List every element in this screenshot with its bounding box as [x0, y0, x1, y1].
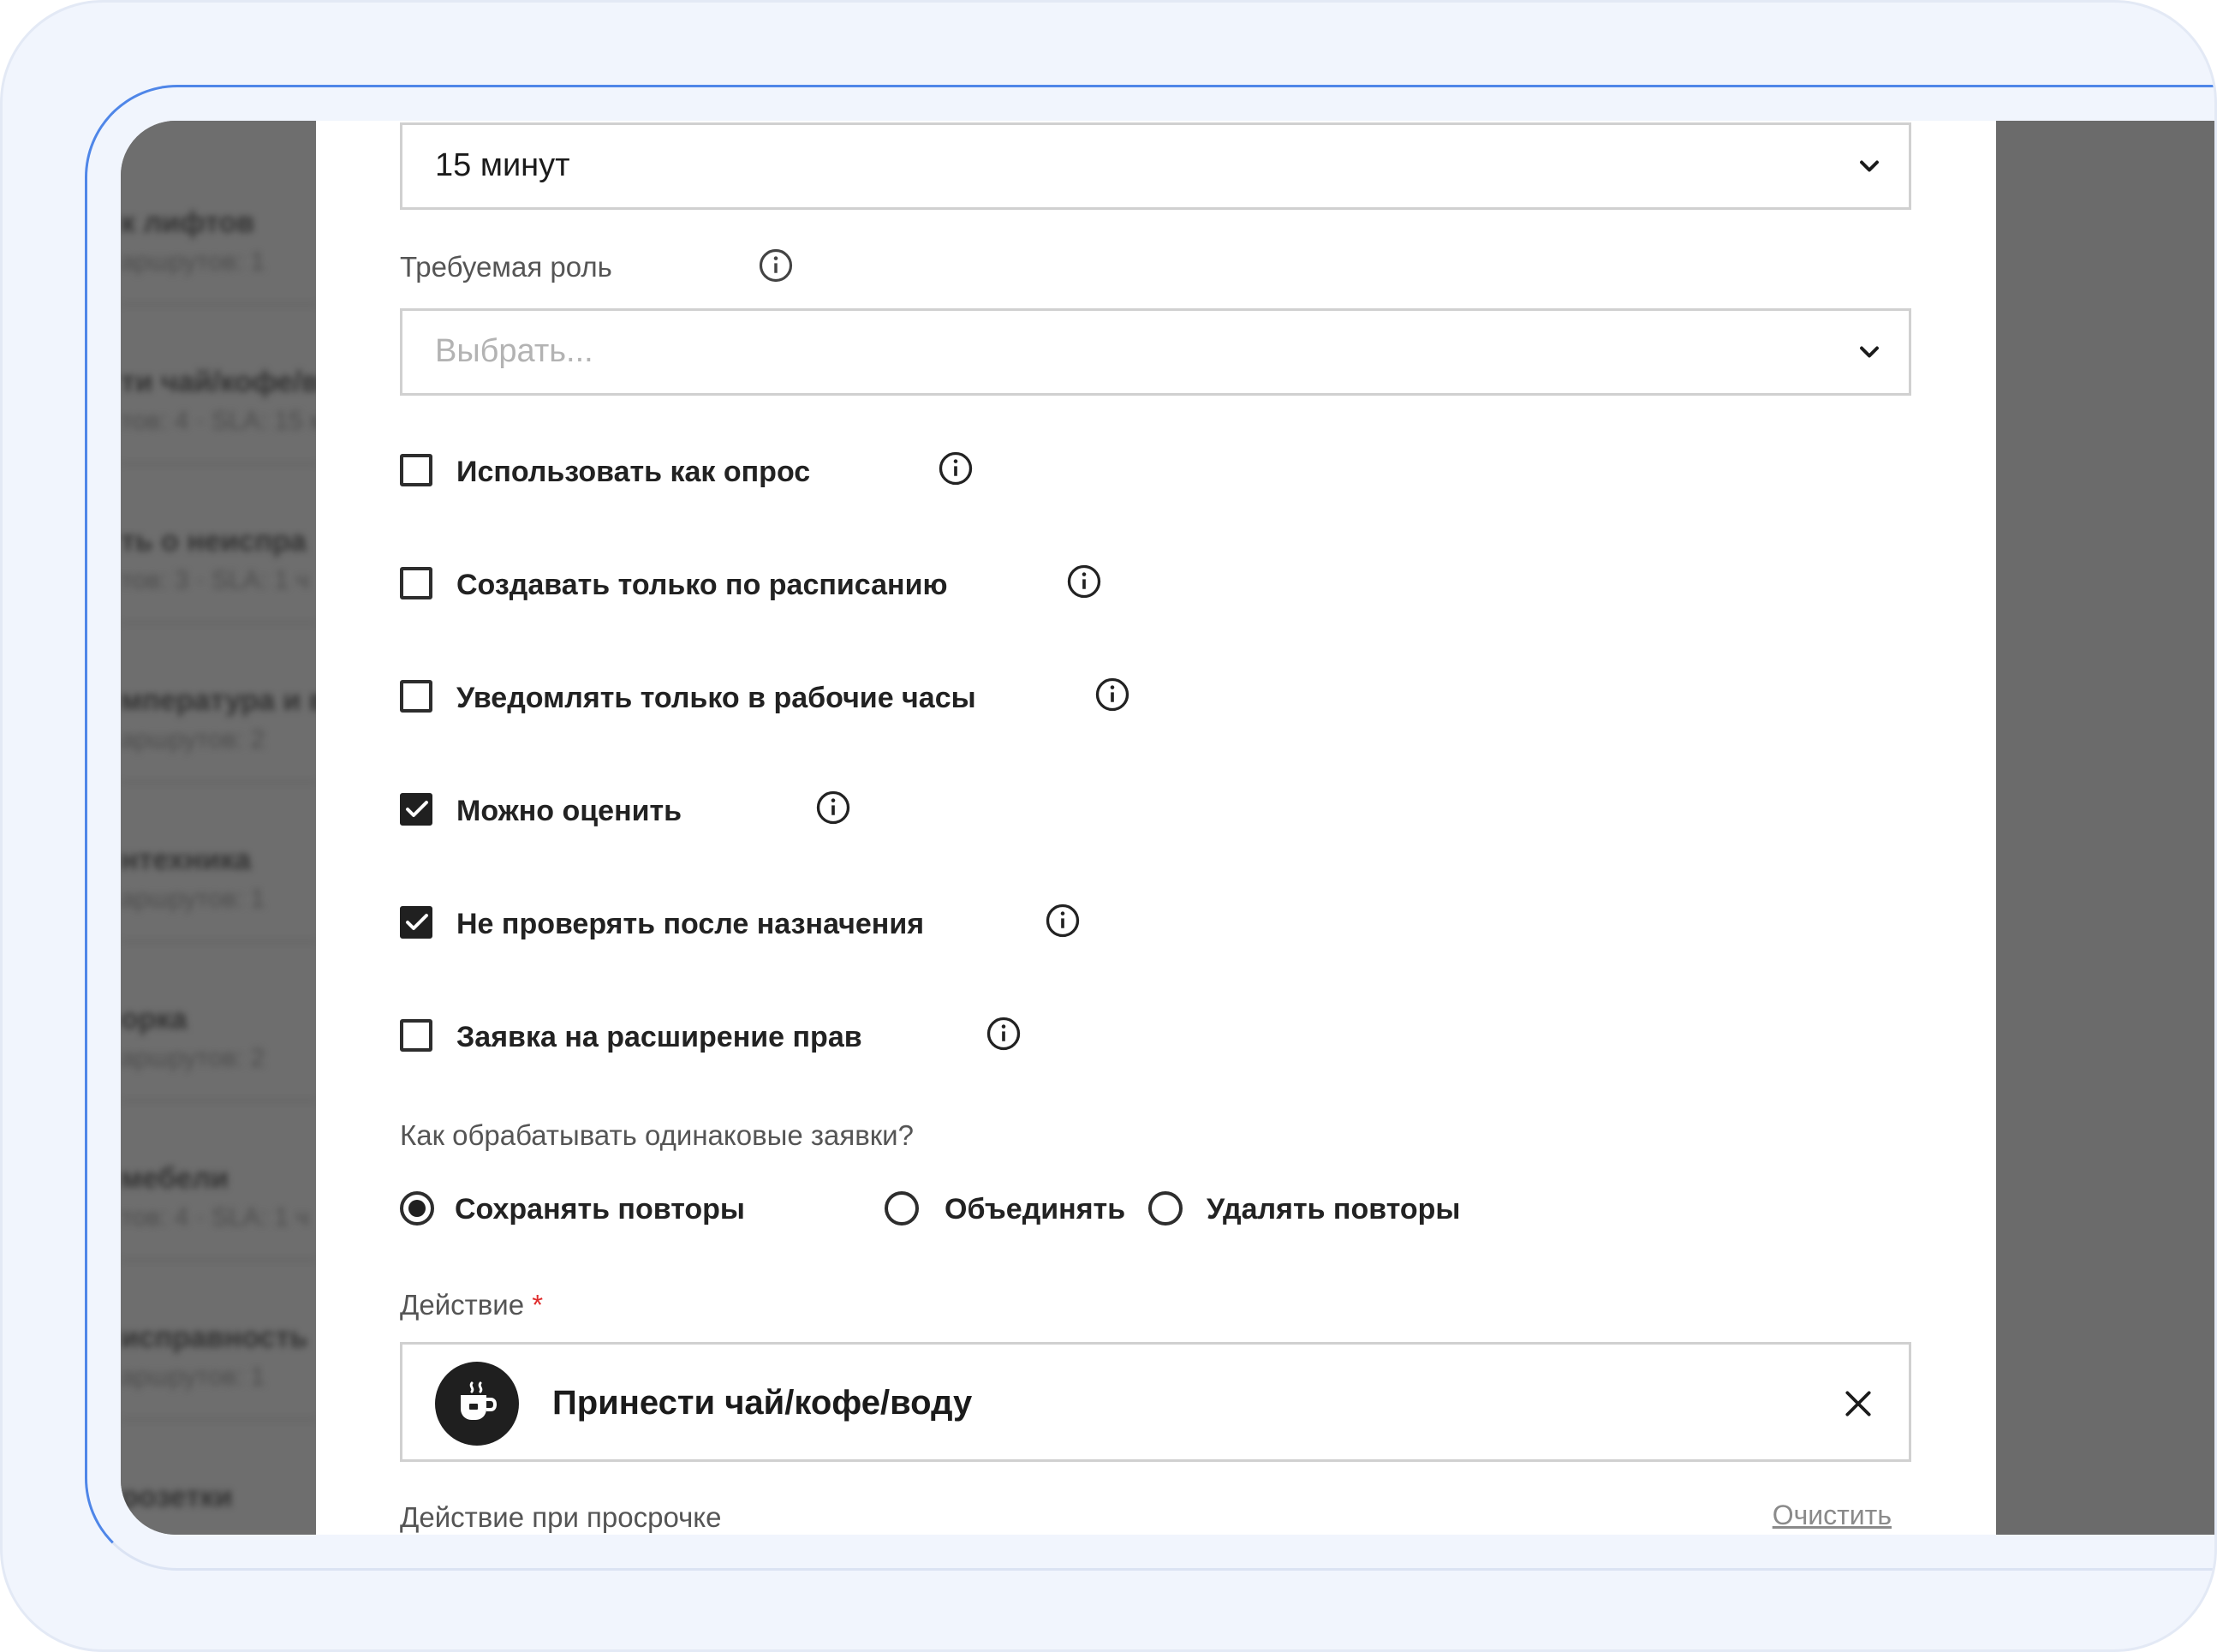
list-item-title: ть о неиспра — [121, 525, 307, 558]
rateable-checkbox[interactable] — [400, 793, 432, 826]
radio-delete-duplicates-label[interactable]: Удалять повторы — [1207, 1193, 1460, 1226]
rights-request-option[interactable]: Заявка на расширение прав — [400, 1014, 999, 1057]
checkmark-icon — [406, 914, 428, 930]
working-hours-option[interactable]: Уведомлять только в рабочие часы — [400, 675, 1102, 718]
list-item-title: ти чай/кофе/в — [121, 366, 317, 398]
radio-merge[interactable] — [885, 1191, 919, 1226]
schedule-only-option-label: Создавать только по расписанию — [456, 569, 948, 601]
poll-checkbox[interactable] — [400, 454, 432, 486]
action-field[interactable]: Принести чай/кофе/воду — [400, 1342, 1911, 1462]
skip-check-option[interactable]: Не проверять после назначения — [400, 901, 1051, 944]
duplicates-question: Как обрабатывать одинаковые заявки? — [400, 1119, 914, 1151]
list-item: исправность аршрутов: 1 — [121, 1261, 317, 1421]
info-icon[interactable] — [758, 248, 794, 283]
required-mark: * — [532, 1289, 544, 1321]
rateable-option[interactable]: Можно оценить — [400, 788, 845, 831]
action-label-text: Действие — [400, 1289, 525, 1321]
coffee-cup-icon — [435, 1362, 519, 1446]
info-icon[interactable] — [815, 790, 851, 826]
list-item-subtitle: тов: 4 · SLA: 15 м — [121, 407, 317, 435]
list-item-title: мпература и в — [121, 684, 317, 717]
background-list: к лифтов аршрутов: 1 ти чай/кофе/в тов: … — [121, 121, 317, 1535]
modal-overlay — [1996, 121, 2214, 1535]
radio-keep-duplicates[interactable] — [400, 1191, 434, 1226]
info-icon[interactable] — [1094, 677, 1130, 713]
checkmark-icon — [406, 801, 428, 817]
chevron-down-icon — [1860, 160, 1879, 172]
radio-delete-duplicates[interactable] — [1148, 1191, 1183, 1226]
schedule-only-checkbox[interactable] — [400, 567, 432, 599]
list-item: ть о неиспра тов: 3 · SLA: 1 ч — [121, 465, 317, 624]
list-item-subtitle: аршрутов: 1 — [121, 248, 265, 276]
radio-keep-duplicates-label[interactable]: Сохранять повторы — [455, 1193, 745, 1226]
list-item: ти чай/кофе/в тов: 4 · SLA: 15 м — [121, 306, 317, 465]
skip-check-option-label: Не проверять после назначения — [456, 908, 925, 940]
info-icon[interactable] — [1045, 903, 1081, 939]
working-hours-option-label: Уведомлять только в рабочие часы — [456, 682, 976, 714]
info-icon[interactable] — [938, 450, 974, 486]
list-item: мебели тов: 4 · SLA: 1 ч — [121, 1102, 317, 1261]
list-item: мпература и в аршрутов: 2 — [121, 624, 317, 784]
info-icon[interactable] — [1066, 564, 1102, 599]
overdue-action-label: Действие при просрочке — [400, 1501, 722, 1533]
poll-option[interactable]: Использовать как опрос — [400, 449, 999, 492]
chevron-down-icon — [1860, 346, 1879, 358]
list-item: орка аршрутов: 2 — [121, 943, 317, 1102]
clear-link[interactable]: Очистить — [1773, 1500, 1892, 1531]
rights-request-checkbox[interactable] — [400, 1019, 432, 1052]
device-frame: к лифтов аршрутов: 1 ти чай/кофе/в тов: … — [0, 0, 2217, 1652]
list-item-title: орка — [121, 1003, 188, 1035]
rights-request-option-label: Заявка на расширение прав — [456, 1021, 862, 1053]
route-settings-panel: 15 минут Требуемая роль Выбрать... Испол… — [316, 121, 1996, 1535]
schedule-only-option[interactable]: Создавать только по расписанию — [400, 562, 1085, 605]
role-select-placeholder: Выбрать... — [435, 333, 593, 369]
list-item-subtitle: тов: 4 · SLA: 1 ч — [121, 1203, 310, 1232]
list-item-subtitle: аршрутов: 2 — [121, 1044, 265, 1072]
duration-select[interactable]: 15 минут — [400, 122, 1911, 210]
coffee-cup-glyph — [461, 1381, 498, 1420]
role-label: Требуемая роль — [400, 251, 612, 283]
close-icon[interactable] — [1842, 1387, 1874, 1420]
poll-option-label: Использовать как опрос — [456, 456, 811, 488]
list-item: нтехника аршрутов: 1 — [121, 784, 317, 943]
list-item-subtitle: аршрутов: 1 — [121, 885, 265, 913]
list-item-title: к лифтов — [121, 206, 255, 239]
list-item-subtitle: тов: 3 · SLA: 1 ч — [121, 566, 310, 594]
list-item: к лифтов аршрутов: 1 — [121, 146, 317, 306]
skip-check-checkbox[interactable] — [400, 906, 432, 939]
rateable-option-label: Можно оценить — [456, 795, 682, 827]
radio-merge-label[interactable]: Объединять — [945, 1193, 1125, 1226]
working-hours-checkbox[interactable] — [400, 680, 432, 713]
duration-select-value: 15 минут — [435, 147, 570, 183]
list-item-title: мебели — [121, 1162, 229, 1195]
app-screen: к лифтов аршрутов: 1 ти чай/кофе/в тов: … — [121, 121, 2214, 1535]
list-item-title: розетки — [121, 1481, 233, 1513]
action-label: Действие * — [400, 1289, 543, 1321]
action-value: Принести чай/кофе/воду — [552, 1384, 973, 1422]
role-select[interactable]: Выбрать... — [400, 308, 1911, 396]
list-item: розетки — [121, 1421, 317, 1535]
list-item-subtitle: аршрутов: 2 — [121, 725, 265, 754]
list-item-title: нтехника — [121, 844, 251, 876]
list-item-title: исправность — [121, 1321, 308, 1354]
list-item-subtitle: аршрутов: 1 — [121, 1363, 265, 1391]
info-icon[interactable] — [986, 1016, 1022, 1052]
